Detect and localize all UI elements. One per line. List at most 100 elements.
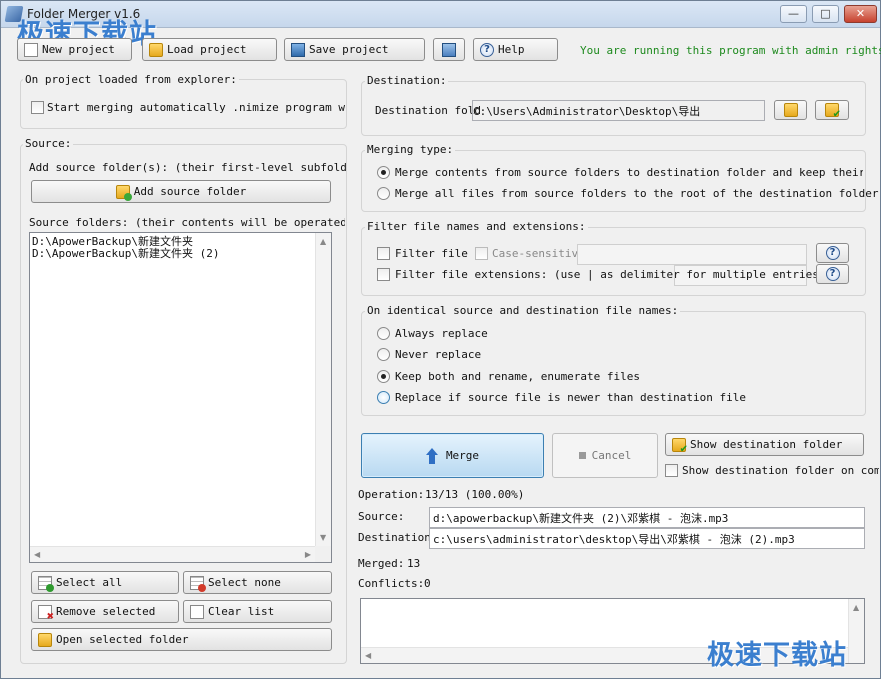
destination-status-field: c:\users\administrator\desktop\导出\邓紫棋 - … <box>429 528 865 549</box>
show-on-complete-checkbox[interactable] <box>665 464 678 477</box>
source-list-vertical-scrollbar[interactable]: ▲ ▼ <box>315 233 331 546</box>
save-icon <box>291 42 305 57</box>
select-all-label: Select all <box>56 576 123 589</box>
open-selected-folder-label: Open selected folder <box>56 633 189 646</box>
merge-button[interactable]: Merge <box>361 433 544 478</box>
browse-folder-icon <box>783 103 798 117</box>
keep-both-radio[interactable] <box>377 370 390 383</box>
merge-label: Merge <box>445 449 480 462</box>
cancel-button[interactable]: Cancel <box>552 433 658 478</box>
destination-title: Destination: <box>365 74 449 87</box>
add-source-folder-label: Add source folder <box>133 185 247 198</box>
filter-title: Filter file names and extensions: <box>365 220 588 233</box>
help-icon: ? <box>825 267 840 281</box>
new-project-label: New project <box>42 43 115 56</box>
never-replace-radio[interactable] <box>377 348 390 361</box>
maximize-button[interactable]: □ <box>812 5 839 23</box>
new-project-button[interactable]: New project <box>17 38 132 61</box>
help-icon: ? <box>825 246 840 260</box>
add-source-folder-button[interactable]: Add source folder <box>31 180 331 203</box>
merge-to-root-label: Merge all files from source folders to t… <box>395 187 879 200</box>
destination-status-label: Destination: <box>358 531 438 544</box>
settings-icon <box>442 42 456 57</box>
add-folder-icon <box>115 184 132 201</box>
always-replace-label: Always replace <box>395 327 488 340</box>
source-folder-item[interactable]: D:\ApowerBackup\新建文件夹 (2) <box>30 248 331 260</box>
source-status-field: d:\apowerbackup\新建文件夹 (2)\邓紫棋 - 泡沫.mp3 <box>429 507 865 528</box>
scroll-left-icon[interactable]: ◀ <box>34 550 40 559</box>
auto-merge-label: Start merging automatically .nimize prog… <box>47 101 345 114</box>
always-replace-radio[interactable] <box>377 327 390 340</box>
open-selected-folder-button[interactable]: Open selected folder <box>31 628 332 651</box>
save-project-button[interactable]: Save project <box>284 38 425 61</box>
clear-list-button[interactable]: Clear list <box>183 600 332 623</box>
conflicts-log-vertical-scrollbar[interactable]: ▲ <box>848 599 864 663</box>
close-button[interactable]: ✕ <box>844 5 877 23</box>
filter-file-names-label: Filter file n <box>395 247 482 260</box>
merged-value: 13 <box>407 557 421 570</box>
case-sensitive-label: Case-sensitive <box>492 247 585 260</box>
select-none-icon <box>190 575 206 592</box>
merge-keep-folders-radio[interactable] <box>377 166 390 179</box>
show-destination-folder-button[interactable]: Show destination folder <box>665 433 864 456</box>
cancel-label: Cancel <box>591 449 632 462</box>
filter-extensions-label: Filter file extensions: (use | as delimi… <box>395 268 826 281</box>
admin-rights-note: You are running this program with admin … <box>580 44 881 57</box>
source-folders-list[interactable]: D:\ApowerBackup\新建文件夹 D:\ApowerBackup\新建… <box>29 232 332 563</box>
open-destination-button[interactable] <box>815 100 849 120</box>
source-title: Source: <box>23 137 74 150</box>
remove-selected-label: Remove selected <box>56 605 156 618</box>
source-status-label: Source: <box>358 510 405 523</box>
clear-list-icon <box>190 604 204 619</box>
scroll-right-icon[interactable]: ▶ <box>305 550 311 559</box>
show-on-complete-label: Show destination folder on comple <box>682 464 879 477</box>
filter-extensions-checkbox[interactable] <box>377 268 390 281</box>
file-names-help-button[interactable]: ? <box>816 243 849 263</box>
merge-keep-folders-label: Merge contents from source folders to de… <box>395 166 863 179</box>
auto-merge-checkbox[interactable] <box>31 101 44 114</box>
never-replace-label: Never replace <box>395 348 482 361</box>
scroll-corner <box>315 546 331 562</box>
load-project-button[interactable]: Load project <box>142 38 277 61</box>
remove-icon <box>38 604 54 622</box>
destination-folder-input[interactable]: C:\Users\Administrator\Desktop\导出 <box>472 100 765 121</box>
scroll-up-icon[interactable]: ▲ <box>853 603 859 612</box>
replace-if-newer-label: Replace if source file is newer than des… <box>395 391 746 404</box>
help-button[interactable]: ? Help <box>473 38 558 61</box>
folder-check-icon <box>672 437 688 455</box>
app-window: Folder Merger v1.6 — □ ✕ 极速下载站 New proje… <box>0 0 881 679</box>
select-none-button[interactable]: Select none <box>183 571 332 594</box>
case-sensitive-checkbox[interactable] <box>475 247 488 260</box>
show-destination-label: Show destination folder <box>690 438 843 451</box>
settings-button[interactable] <box>433 38 465 61</box>
source-list-horizontal-scrollbar[interactable]: ◀ ▶ <box>30 546 315 562</box>
load-project-label: Load project <box>167 43 247 56</box>
source-folders-label: Source folders: (their contents will be … <box>29 216 345 229</box>
add-source-hint: Add source folder(s): (their first-level… <box>29 161 347 174</box>
operation-label: Operation: <box>358 488 425 501</box>
save-project-label: Save project <box>309 43 389 56</box>
browse-destination-button[interactable] <box>774 100 807 120</box>
scroll-left-icon[interactable]: ◀ <box>365 651 371 660</box>
file-names-filter-input[interactable] <box>577 244 807 265</box>
stop-icon <box>578 452 586 459</box>
remove-selected-button[interactable]: Remove selected <box>31 600 179 623</box>
select-none-label: Select none <box>208 576 281 589</box>
operation-value: 13/13 (100.00%) <box>425 488 525 501</box>
extensions-help-button[interactable]: ? <box>816 264 849 284</box>
select-all-button[interactable]: Select all <box>31 571 179 594</box>
merged-label: Merged: <box>358 557 405 570</box>
on-project-loaded-title: On project loaded from explorer: <box>23 73 239 86</box>
filter-file-names-checkbox[interactable] <box>377 247 390 260</box>
merge-to-root-radio[interactable] <box>377 187 390 200</box>
minimize-button[interactable]: — <box>780 5 807 23</box>
merging-type-title: Merging type: <box>365 143 456 156</box>
help-icon: ? <box>480 42 494 57</box>
scroll-down-icon[interactable]: ▼ <box>320 533 326 542</box>
select-all-icon <box>38 575 54 592</box>
scroll-up-icon[interactable]: ▲ <box>320 237 326 246</box>
open-folder-icon <box>38 632 52 647</box>
open-folder-icon <box>149 42 163 57</box>
merge-arrow-icon <box>425 447 440 464</box>
replace-if-newer-radio[interactable] <box>377 391 390 404</box>
